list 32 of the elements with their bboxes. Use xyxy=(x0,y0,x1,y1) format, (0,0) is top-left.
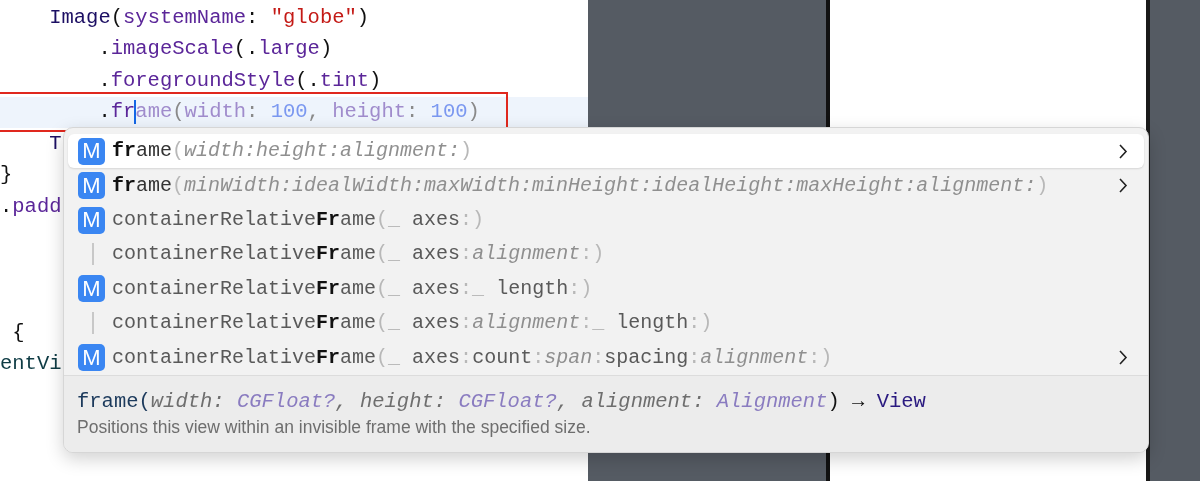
declaration-description: Positions this view within an invisible frame with the specified size. xyxy=(77,418,592,436)
code-line: .foregroundStyle(.tint) xyxy=(97,70,382,91)
overload-line-icon xyxy=(92,312,94,335)
completion-signature: frame(width:height:alignment:) xyxy=(112,141,473,162)
completion-signature: containerRelativeFrame(_ axes:) xyxy=(112,210,485,231)
method-badge: M xyxy=(78,344,105,372)
method-badge: M xyxy=(78,275,105,303)
completion-signature: frame(minWidth:idealWidth:maxWidth:minHeight:idealHeight:maxHeight:alignment:) xyxy=(112,175,1049,196)
completion-item[interactable]: M containerRelativeFrame(_ axes:count:span:spacing:alignment:) xyxy=(68,340,1144,375)
code-line: .imageScale(.large) xyxy=(97,39,333,60)
method-badge: M xyxy=(78,206,105,234)
completion-signature: containerRelativeFrame(_ axes:count:span:spacing:alignment:) xyxy=(112,347,833,368)
code-line: Image(systemName: "globe") xyxy=(48,7,370,28)
completion-item[interactable]: M containerRelativeFrame(_ axes:) xyxy=(68,202,1144,238)
completion-item[interactable]: M frame(width:height:alignment:) xyxy=(68,134,1144,169)
code-line: .frame(width: 100, height: 100) xyxy=(0,94,506,131)
completion-item[interactable]: M containerRelativeFrame(_ axes:_ length:) xyxy=(68,271,1144,307)
completion-signature: containerRelativeFrame(_ axes:alignment:_ length:) xyxy=(112,313,713,334)
code-line: entVi xyxy=(0,354,62,375)
code-line: T xyxy=(48,133,62,154)
completion-signature: containerRelativeFrame(_ axes:_ length:) xyxy=(112,278,593,299)
code-line: } xyxy=(0,165,13,186)
declaration-signature: frame(width: CGFloat?, height: CGFloat?, alignment: Alignment) → View xyxy=(77,392,927,413)
method-badge: M xyxy=(78,172,105,200)
completion-signature: containerRelativeFrame(_ axes:alignment:) xyxy=(112,244,605,265)
code-line: .padd xyxy=(0,196,62,217)
completion-item[interactable]: containerRelativeFrame(_ axes:alignment:) xyxy=(68,237,1144,272)
method-badge: M xyxy=(78,137,105,165)
completion-item[interactable]: M frame(minWidth:idealWidth:maxWidth:minHeight:idealHeight:maxHeight:alignment:) xyxy=(68,168,1144,203)
overload-line-icon xyxy=(92,243,94,266)
code-line: { xyxy=(11,322,25,343)
completion-item[interactable]: containerRelativeFrame(_ axes:alignment:_ length:) xyxy=(68,306,1144,341)
